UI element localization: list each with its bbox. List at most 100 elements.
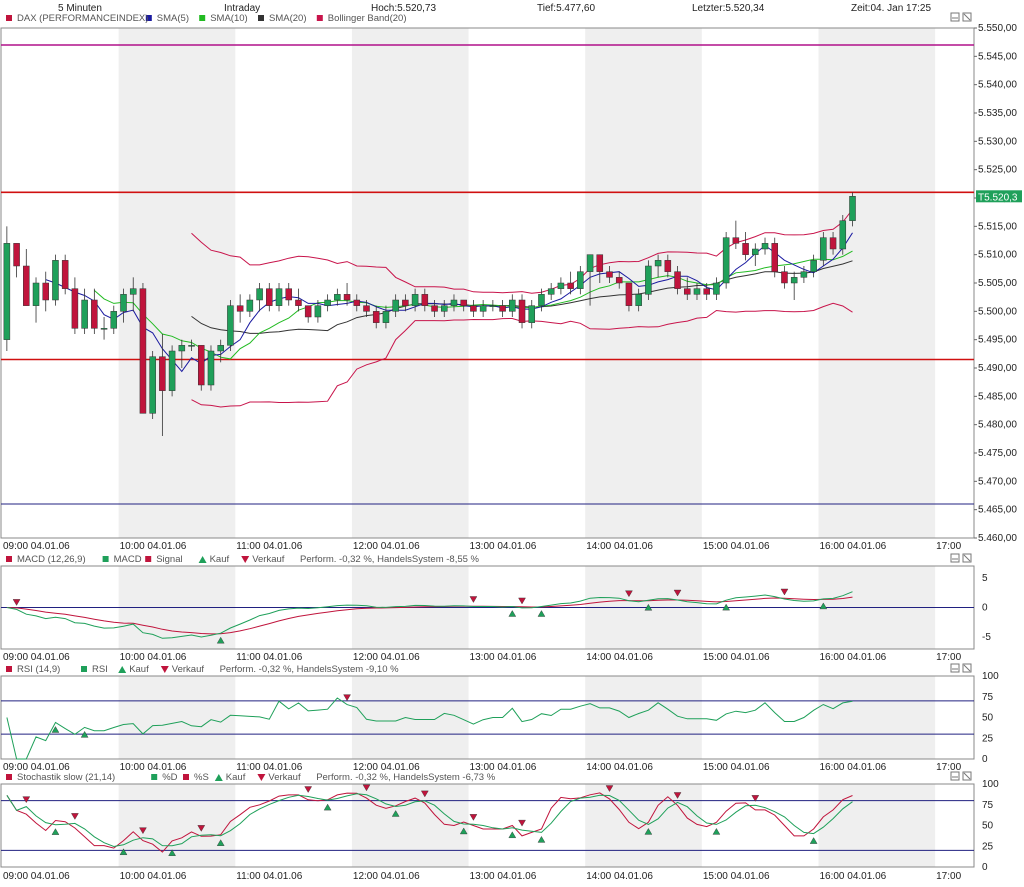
minimize-icon[interactable] [950, 771, 960, 781]
candle-body [664, 260, 672, 272]
x-tick-label: 14:00 04.01.06 [586, 762, 653, 773]
legend-verkauf-icon [257, 774, 266, 781]
y-tick-label: 100 [982, 671, 999, 682]
x-tick-label: 15:00 04.01.06 [703, 652, 770, 663]
hour-band [118, 28, 236, 538]
legend-label-3: Verkauf [172, 664, 205, 675]
candle-body [236, 305, 244, 312]
candle-body [606, 271, 613, 278]
legend-swatch [102, 556, 109, 562]
candle-body [421, 294, 429, 306]
y-tick-label: 50 [982, 713, 994, 724]
kauf-marker-icon [508, 831, 517, 839]
x-tick-label: 10:00 04.01.06 [120, 541, 187, 552]
candle-body [528, 305, 536, 323]
legend-swatch [199, 15, 206, 21]
verkauf-marker-icon [71, 813, 79, 820]
minimize-icon[interactable] [950, 12, 960, 22]
x-tick-label: 11:00 04.01.06 [236, 541, 302, 552]
x-tick-label: 16:00 04.01.06 [819, 652, 886, 663]
chart-canvas: 5 Minuten Intraday Hoch:5.520,73 Tief:5.477… [0, 3, 1022, 882]
y-tick-label: 5.460,00 [978, 533, 1017, 544]
legend-kauf-icon [198, 556, 207, 563]
y-tick-label: 5.510,00 [978, 250, 1017, 261]
candle-body [42, 282, 50, 301]
x-tick-label: 14:00 04.01.06 [586, 541, 653, 552]
candle-body [372, 311, 380, 323]
candle-body [295, 299, 302, 306]
x-tick-label: 15:00 04.01.06 [703, 541, 770, 552]
minimize-icon[interactable] [950, 663, 960, 673]
candle-body [32, 282, 40, 306]
y-tick-label: 5.485,00 [978, 391, 1017, 402]
hour-band [818, 676, 936, 759]
legend-label-1: %D [162, 772, 177, 783]
legend-label-1: MACD [114, 554, 142, 565]
x-tick-label: 17:00 [936, 541, 961, 552]
y-tick-label: 5.530,00 [978, 136, 1017, 147]
candle-body [732, 237, 740, 244]
verkauf-marker-icon [518, 819, 526, 827]
candle-body [635, 294, 642, 306]
legend-label-3: SMA(20) [269, 13, 306, 24]
y-tick-label: 5.505,00 [978, 278, 1017, 289]
candle-body [460, 299, 467, 306]
legend-label-3: Kauf [226, 772, 246, 783]
x-tick-label: 11:00 04.01.06 [236, 652, 302, 663]
legend-label-2: Kauf [129, 664, 149, 675]
legend-label-0: MACD (12,26,9) [17, 554, 86, 565]
candle-body [61, 260, 69, 289]
candle-body [761, 243, 769, 250]
minimize-icon[interactable] [950, 553, 960, 563]
x-tick-label: 16:00 04.01.06 [819, 762, 886, 773]
y-tick-label: 5.490,00 [978, 363, 1017, 374]
y-tick-label: 5.535,00 [978, 108, 1017, 119]
candle-body [567, 282, 574, 289]
hour-band [118, 676, 236, 759]
candle-body [771, 243, 779, 272]
x-tick-label: 14:00 04.01.06 [586, 871, 653, 882]
x-tick-label: 15:00 04.01.06 [703, 762, 770, 773]
candle-body [139, 288, 147, 414]
y-tick-label: 25 [982, 733, 994, 744]
candle-body [489, 305, 497, 307]
panel-price [0, 12, 975, 539]
candle-body [450, 299, 458, 306]
candle-body [829, 237, 837, 250]
x-tick-label: 12:00 04.01.06 [353, 871, 420, 882]
candle-body [470, 305, 477, 312]
candle-body [285, 288, 293, 301]
candle-body [52, 260, 59, 301]
candle-body [586, 254, 594, 272]
candle-body [596, 254, 604, 272]
legend-label-5: Perform. -0,32 %, HandelsSystem -8,55 % [300, 554, 480, 565]
y-tick-label: 100 [982, 779, 999, 790]
x-tick-label: 17:00 [936, 652, 961, 663]
candle-body [13, 243, 20, 267]
candle-body [645, 265, 652, 295]
candle-body [3, 243, 11, 340]
legend-verkauf-icon [160, 666, 169, 673]
candle-body [674, 271, 681, 289]
candle-body [120, 294, 127, 312]
kauf-marker-icon [323, 803, 332, 811]
y-tick-label: 5.540,00 [978, 80, 1017, 91]
candle-body [217, 345, 224, 352]
candle-body [820, 237, 827, 261]
legend-label-4: Verkauf [252, 554, 285, 565]
x-tick-label: 17:00 [936, 871, 961, 882]
candle-body [363, 305, 370, 312]
legend-swatch [6, 666, 12, 672]
verkauf-marker-icon [469, 596, 478, 603]
last-price-label: T5.520,3 [978, 192, 1018, 203]
candle-body [304, 305, 312, 318]
panel-stoch [0, 771, 975, 868]
candle-body [71, 288, 79, 329]
y-tick-label: 5.470,00 [978, 476, 1017, 487]
legend-kauf-icon [214, 774, 223, 781]
y-tick-label: 5.545,00 [978, 51, 1017, 62]
y-tick-label: 5.480,00 [978, 420, 1017, 431]
y-tick-label: 5.525,00 [978, 165, 1017, 176]
candle-body [752, 248, 759, 255]
candle-body [800, 271, 808, 278]
